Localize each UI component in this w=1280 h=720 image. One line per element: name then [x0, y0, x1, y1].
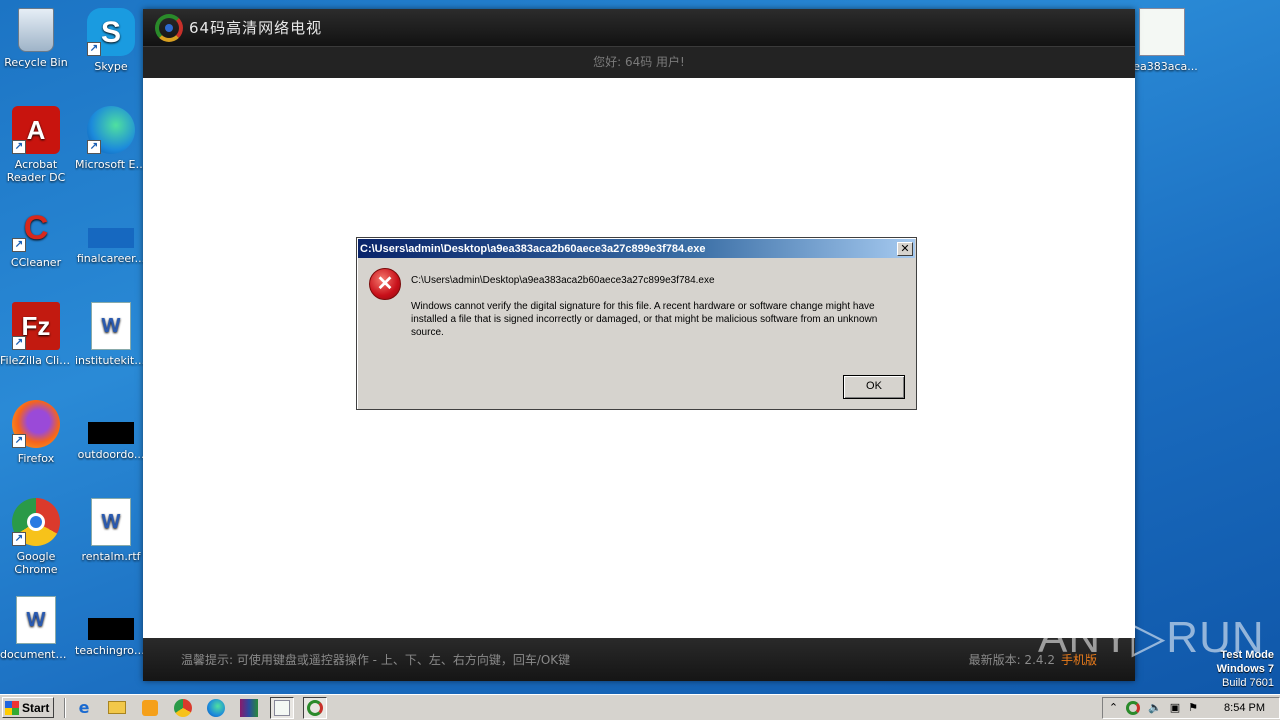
desktop-icon-recycle-bin[interactable]: Recycle Bin: [0, 8, 72, 69]
shortcut-arrow-icon: ↗: [87, 140, 101, 154]
skype-icon: S ↗: [87, 8, 135, 56]
desktop-icon-label: 9ea383aca...: [1126, 60, 1198, 73]
desktop-icon-label: teachingrou...: [75, 644, 147, 657]
windows-logo-icon: [5, 700, 19, 715]
desktop-icon-firefox[interactable]: ↗ Firefox: [0, 400, 72, 465]
exe-thumbnail-icon: [1139, 8, 1185, 56]
ok-button[interactable]: OK: [843, 375, 905, 399]
desktop-icon-acrobat[interactable]: A ↗ Acrobat Reader DC: [0, 106, 72, 184]
start-button[interactable]: Start: [2, 697, 54, 718]
app-footer: 温馨提示: 可使用键盘或遥控器操作 - 上、下、左、右方向键，回车/OK键 最新…: [143, 638, 1135, 681]
system-tray: ⌃ 🔈 ▣ ⚑ 8:54 PM: [1101, 696, 1280, 719]
app-logo-icon: [155, 13, 183, 42]
dialog-titlebar[interactable]: C:\Users\admin\Desktop\a9ea383aca2b60aec…: [358, 239, 915, 258]
desktop-icon-teachingrou[interactable]: teachingrou...: [75, 596, 147, 657]
desktop-icon-label: outdoordo...: [77, 448, 145, 461]
shortcut-arrow-icon: ↗: [12, 532, 26, 546]
shortcut-arrow-icon: ↗: [12, 238, 26, 252]
firefox-icon: ↗: [12, 400, 60, 448]
taskbar-ie-icon[interactable]: e: [72, 697, 96, 719]
filezilla-icon: Fz ↗: [12, 302, 60, 350]
taskbar-winrar-icon[interactable]: [237, 697, 261, 719]
desktop-icon-skype[interactable]: S ↗ Skype: [75, 8, 147, 73]
dialog-title: C:\Users\admin\Desktop\a9ea383aca2b60aec…: [360, 242, 706, 255]
desktop-icon-documentati[interactable]: W documentati...: [0, 596, 72, 661]
error-icon: ✕: [369, 268, 401, 300]
desktop-icon-label: finalcareer...: [76, 252, 146, 265]
volume-icon[interactable]: 🔈: [1148, 701, 1162, 714]
app-titlebar[interactable]: 64码高清网络电视: [143, 9, 1135, 46]
black-file-icon: [88, 422, 134, 444]
app-title: 64码高清网络电视: [189, 19, 323, 37]
show-hidden-icons-chevron-icon[interactable]: ⌃: [1109, 701, 1118, 714]
os-label: Windows 7: [1216, 663, 1274, 675]
dialog-close-button[interactable]: ✕: [897, 241, 913, 256]
action-center-flag-icon[interactable]: ⚑: [1188, 701, 1198, 714]
desktop-icon-finalcareer[interactable]: finalcareer...: [75, 204, 147, 265]
desktop-icon-ccleaner[interactable]: C ↗ CCleaner: [0, 204, 72, 270]
taskbar-tv-app-button[interactable]: [303, 696, 327, 719]
desktop-icon-label: institutekitc...: [75, 354, 147, 367]
signature-error-dialog[interactable]: C:\Users\admin\Desktop\a9ea383aca2b60aec…: [356, 237, 917, 410]
taskbar-edge-icon[interactable]: [204, 697, 228, 719]
network-icon[interactable]: ▣: [1170, 701, 1180, 714]
desktop-icon-filezilla[interactable]: Fz ↗ FileZilla Client: [0, 302, 72, 367]
tray-tv-app-icon[interactable]: [1126, 700, 1141, 715]
desktop-icon-chrome[interactable]: ↗ Google Chrome: [0, 498, 72, 576]
blank-file-icon: [88, 228, 134, 248]
taskbar-separator: [64, 697, 66, 718]
recycle-bin-icon: [18, 8, 54, 52]
desktop-icon-label: FileZilla Client: [0, 354, 72, 367]
word-document-icon: W: [91, 302, 131, 350]
acrobat-icon: A ↗: [12, 106, 60, 154]
build-label: Build 7601: [1222, 677, 1274, 689]
start-label: Start: [22, 700, 50, 715]
desktop-icon-label: CCleaner: [10, 256, 62, 269]
footer-hint: 温馨提示: 可使用键盘或遥控器操作 - 上、下、左、右方向键，回车/OK键: [181, 653, 571, 667]
desktop-icon-institutekitc[interactable]: W institutekitc...: [75, 302, 147, 367]
desktop-icon-label: Google Chrome: [14, 550, 58, 576]
dialog-file-path: C:\Users\admin\Desktop\a9ea383aca2b60aec…: [411, 275, 715, 286]
ccleaner-icon: C ↗: [12, 204, 60, 252]
desktop-icon-outdoordo[interactable]: outdoordo...: [75, 400, 147, 461]
desktop-icon-9ea383aca[interactable]: 9ea383aca...: [1126, 8, 1198, 73]
dialog-message: Windows cannot verify the digital signat…: [411, 301, 878, 338]
desktop-icon-label: rentalm.rtf: [81, 550, 141, 563]
shortcut-arrow-icon: ↗: [12, 140, 26, 154]
desktop-icon-label: documentati...: [0, 648, 72, 661]
shortcut-arrow-icon: ↗: [87, 42, 101, 56]
black-file-icon: [88, 618, 134, 640]
desktop-icon-label: Firefox: [17, 452, 55, 465]
word-document-icon: W: [16, 596, 56, 644]
chrome-icon: ↗: [12, 498, 60, 546]
taskbar-chrome-icon[interactable]: [171, 697, 195, 719]
greeting-text: 您好: 64码 用户!: [593, 55, 685, 69]
desktop-icon-label: Microsoft Edge: [75, 158, 147, 171]
taskbar-media-player-icon[interactable]: [138, 697, 162, 719]
greeting-bar: 您好: 64码 用户!: [143, 46, 1135, 78]
taskbar-clock[interactable]: 8:54 PM: [1224, 702, 1265, 714]
desktop-icon-edge[interactable]: ↗ Microsoft Edge: [75, 106, 147, 171]
edge-icon: ↗: [87, 106, 135, 154]
test-mode-notice: Test Mode Windows 7 Build 7601: [1217, 648, 1274, 690]
shortcut-arrow-icon: ↗: [12, 336, 26, 350]
shortcut-arrow-icon: ↗: [12, 434, 26, 448]
word-document-icon: W: [91, 498, 131, 546]
taskbar-explorer-icon[interactable]: [105, 697, 129, 719]
taskbar-exe-window-button[interactable]: [270, 696, 294, 719]
desktop-icon-rentalm[interactable]: W rentalm.rtf: [75, 498, 147, 563]
desktop-icon-label: Acrobat Reader DC: [6, 158, 66, 184]
desktop-icon-label: Skype: [94, 60, 128, 73]
taskbar: Start e ⌃ 🔈 ▣ ⚑ 8:54 PM: [0, 694, 1280, 720]
test-mode-label: Test Mode: [1220, 649, 1274, 661]
desktop-icon-label: Recycle Bin: [4, 56, 68, 69]
